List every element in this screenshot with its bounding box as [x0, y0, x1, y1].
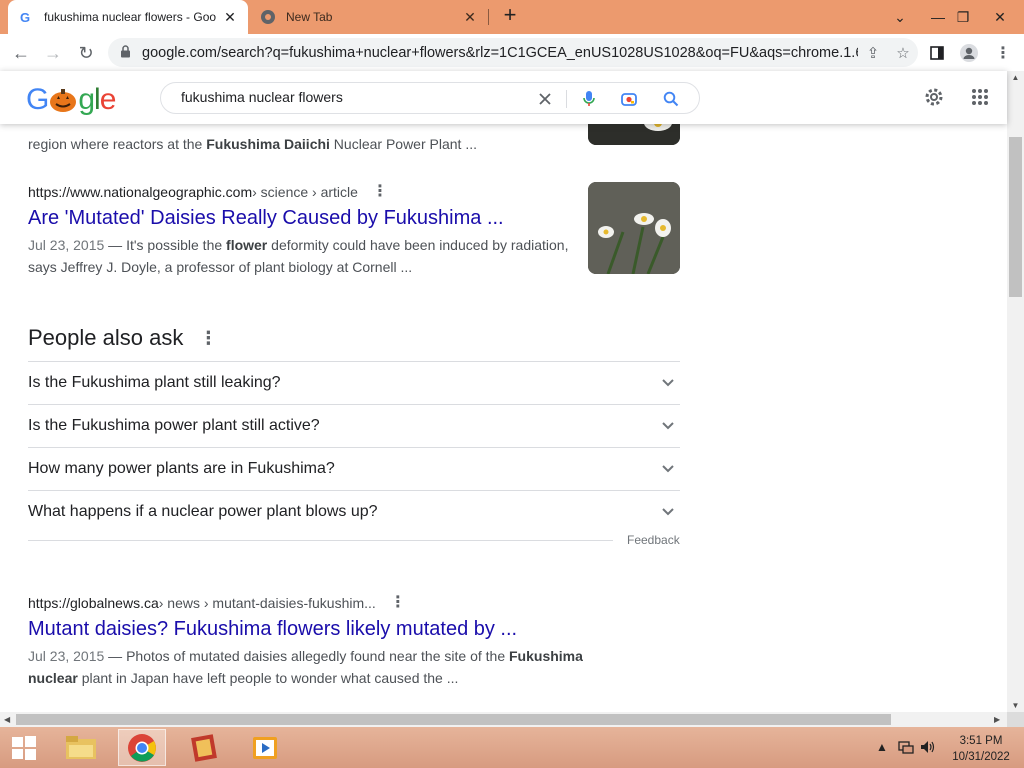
search-results: region where reactors at the Fukushima D… — [0, 71, 1007, 712]
lens-search-icon[interactable] — [617, 87, 641, 111]
forward-icon[interactable]: → — [40, 40, 66, 66]
tab-divider — [488, 9, 489, 25]
google-favicon-icon: G — [18, 9, 34, 25]
scrollbar-thumb[interactable] — [1009, 137, 1022, 297]
scroll-up-icon[interactable]: ▲ — [1007, 73, 1024, 82]
search-icon[interactable] — [659, 87, 683, 111]
more-options-icon[interactable]: ⋮ — [199, 328, 217, 349]
close-tab-icon[interactable]: ✕ — [222, 9, 238, 26]
pumpkin-icon — [48, 87, 78, 113]
file-explorer-icon[interactable] — [57, 729, 105, 766]
minimize-button[interactable]: — — [924, 0, 952, 34]
video-player-icon[interactable] — [241, 729, 289, 766]
chevron-down-icon[interactable] — [656, 417, 680, 435]
paa-question[interactable]: How many power plants are in Fukushima? — [28, 447, 680, 490]
vertical-scrollbar[interactable]: ▲ ▼ — [1007, 71, 1024, 712]
show-hidden-icons-icon[interactable]: ▲ — [876, 740, 888, 754]
people-also-ask-heading: People also ask ⋮ — [28, 325, 217, 351]
paa-question-text: How many power plants are in Fukushima? — [28, 460, 335, 477]
logo-letter: G — [26, 83, 49, 116]
search-result: https://globalnews.ca › news › mutant-da… — [28, 595, 688, 689]
tab-title: fukushima nuclear flowers - Goo — [44, 10, 217, 24]
back-icon[interactable]: ← — [8, 40, 34, 66]
volume-icon[interactable] — [920, 740, 936, 757]
result-path: › science › article — [252, 184, 358, 200]
google-apps-icon[interactable] — [968, 85, 992, 109]
logo-letters: gle — [78, 83, 116, 116]
address-bar[interactable]: google.com/search?q=fukushima+nuclear+fl… — [108, 38, 918, 67]
paa-title-text: People also ask — [28, 325, 184, 350]
system-clock[interactable]: 3:51 PM 10/31/2022 — [948, 733, 1014, 765]
paa-question[interactable]: Is the Fukushima plant still leaking? — [28, 361, 680, 404]
result-snippet: region where reactors at the Fukushima D… — [28, 136, 477, 152]
result-path: › news › mutant-daisies-fukushim... — [158, 595, 376, 611]
tab-new-tab[interactable]: New Tab ✕ — [250, 0, 488, 34]
windows-start-icon[interactable] — [0, 729, 48, 766]
scrollbar-thumb[interactable] — [16, 714, 891, 725]
tab-title: New Tab — [286, 10, 333, 24]
clear-search-icon[interactable] — [533, 87, 557, 111]
paa-question-text: Is the Fukushima plant still leaking? — [28, 374, 281, 391]
clock-time: 3:51 PM — [959, 735, 1003, 747]
restore-button[interactable]: ❐ — [950, 0, 976, 34]
settings-gear-icon[interactable] — [922, 85, 946, 109]
side-panel-icon[interactable] — [924, 40, 950, 66]
tab-strip: G fukushima nuclear flowers - Goo ✕ New … — [0, 0, 1024, 34]
svg-text:G: G — [20, 10, 30, 24]
scrollbar-corner — [1007, 712, 1024, 727]
paa-question-text: Is the Fukushima power plant still activ… — [28, 417, 320, 434]
clock-date: 10/31/2022 — [952, 751, 1010, 763]
result-site: https://globalnews.ca — [28, 595, 159, 611]
reload-icon[interactable]: ↻ — [73, 40, 99, 66]
chrome-taskbar-icon[interactable] — [118, 729, 166, 766]
url-text: google.com/search?q=fukushima+nuclear+fl… — [142, 44, 858, 61]
paa-question[interactable]: Is the Fukushima power plant still activ… — [28, 404, 680, 447]
result-cite[interactable]: https://globalnews.ca › news › mutant-da… — [28, 595, 688, 612]
chevron-down-icon[interactable] — [656, 460, 680, 478]
chevron-down-icon[interactable] — [656, 374, 680, 392]
scroll-left-icon[interactable]: ◀ — [4, 712, 10, 727]
browser-toolbar: ← → ↻ google.com/search?q=fukushima+nucl… — [0, 34, 1024, 71]
more-options-icon[interactable]: ⋮ — [372, 184, 388, 200]
result-title-link[interactable]: Mutant daisies? Fukushima flowers likely… — [28, 618, 688, 641]
tab-search-icon[interactable]: ⌄ — [888, 0, 912, 34]
horizontal-scrollbar[interactable]: ◀ ▶ — [0, 712, 1007, 727]
feedback-link[interactable]: Feedback — [627, 533, 680, 547]
network-icon[interactable] — [898, 740, 914, 757]
browser-menu-icon[interactable]: ⋮ — [990, 40, 1016, 66]
lock-icon — [120, 44, 134, 61]
chrome-favicon-icon — [260, 9, 276, 25]
search-input[interactable] — [181, 89, 521, 105]
result-site: https://www.nationalgeographic.com — [28, 184, 253, 200]
scroll-right-icon[interactable]: ▶ — [994, 712, 1000, 727]
google-header: Ggle — [0, 71, 1007, 124]
more-options-icon[interactable]: ⋮ — [390, 595, 406, 611]
paa-question-text: What happens if a nuclear power plant bl… — [28, 503, 378, 520]
windows-taskbar — [0, 727, 1024, 768]
tab-google-search[interactable]: G fukushima nuclear flowers - Goo ✕ — [8, 0, 248, 34]
paa-question[interactable]: What happens if a nuclear power plant bl… — [28, 490, 680, 533]
google-doodle-logo[interactable]: Ggle — [26, 83, 116, 117]
scroll-down-icon[interactable]: ▼ — [1007, 701, 1024, 710]
chevron-down-icon[interactable] — [656, 503, 680, 521]
paa-divider — [28, 540, 613, 541]
search-box-divider — [566, 90, 567, 108]
share-icon[interactable]: ⇪ — [858, 44, 888, 62]
result-thumbnail[interactable] — [588, 182, 680, 274]
search-box[interactable] — [160, 82, 700, 114]
people-also-ask-list: Is the Fukushima plant still leaking? Is… — [28, 361, 680, 533]
profile-avatar-icon[interactable] — [956, 40, 982, 66]
bookmark-star-icon[interactable]: ☆ — [888, 44, 918, 62]
result-snippet: Jul 23, 2015 — Photos of mutated daisies… — [28, 648, 583, 686]
result-snippet: Jul 23, 2015 — It's possible the flower … — [28, 237, 569, 275]
media-app-icon[interactable] — [180, 729, 228, 766]
new-tab-button[interactable]: + — [499, 4, 521, 27]
close-window-button[interactable]: ✕ — [986, 0, 1014, 34]
close-tab-icon[interactable]: ✕ — [462, 9, 478, 26]
voice-search-icon[interactable] — [577, 87, 601, 111]
